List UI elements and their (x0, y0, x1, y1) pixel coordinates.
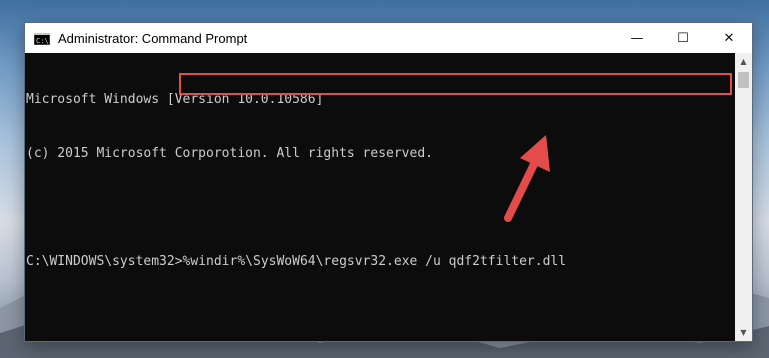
command-prompt-window: C:\ Administrator: Command Prompt — ☐ ✕ … (24, 22, 753, 342)
console-output[interactable]: Microsoft Windows [Version 10.0.10586] (… (25, 53, 735, 341)
title-bar[interactable]: C:\ Administrator: Command Prompt — ☐ ✕ (25, 23, 752, 53)
maximize-icon: ☐ (677, 30, 689, 46)
close-icon: ✕ (723, 30, 735, 46)
minimize-icon: — (630, 30, 644, 46)
command-text[interactable]: %windir%\SysWoW64\regsvr32.exe /u qdf2tf… (183, 253, 567, 271)
scroll-down-icon[interactable]: ▼ (735, 324, 752, 341)
caption-buttons: — ☐ ✕ (614, 23, 752, 53)
vertical-scrollbar[interactable]: ▲ ▼ (735, 53, 752, 341)
console-line-version: Microsoft Windows [Version 10.0.10586] (26, 92, 324, 107)
scroll-up-icon[interactable]: ▲ (735, 53, 752, 70)
maximize-button[interactable]: ☐ (660, 23, 706, 53)
svg-text:C:\: C:\ (36, 37, 49, 45)
minimize-button[interactable]: — (614, 23, 660, 53)
scroll-thumb[interactable] (738, 72, 749, 88)
console-line-prompt: C:\WINDOWS\system32> %windir%\SysWoW64\re… (26, 253, 735, 271)
arrow-pointer-icon (504, 135, 550, 222)
console-line-copyright: (c) 2015 Microsoft Corporotion. All righ… (26, 146, 433, 161)
close-button[interactable]: ✕ (706, 23, 752, 53)
prompt-path: C:\WINDOWS\system32> (26, 254, 183, 269)
cmd-icon: C:\ (33, 32, 51, 46)
window-title: Administrator: Command Prompt (58, 30, 248, 46)
